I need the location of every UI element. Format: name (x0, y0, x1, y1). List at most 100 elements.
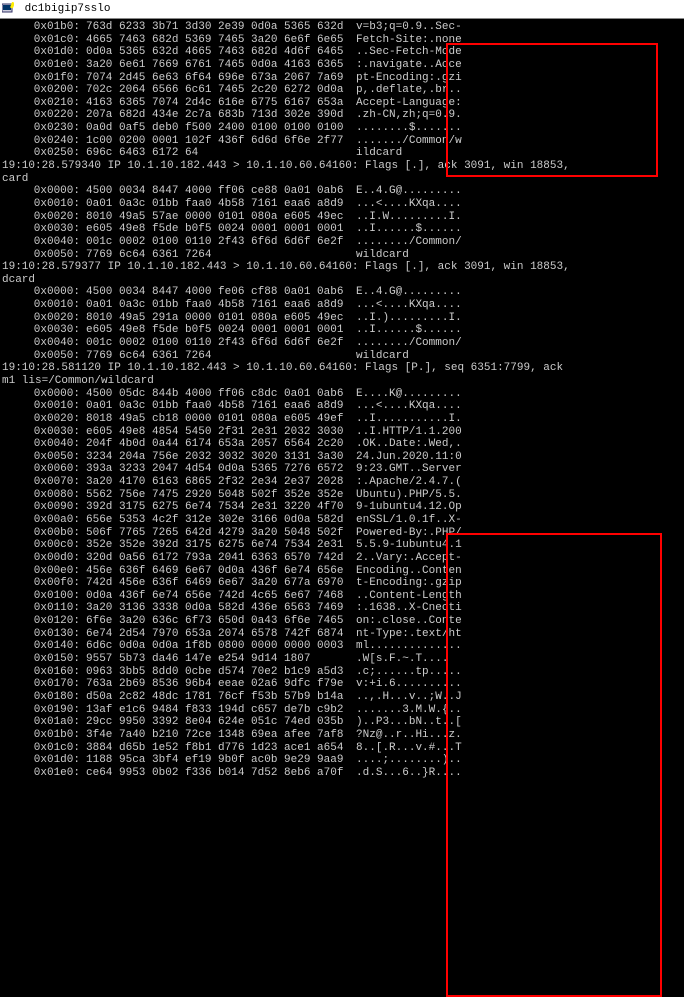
hex-bytes: e605 49e8 4854 5450 2f31 2e31 2032 3030 (86, 426, 356, 439)
hex-offset: 0x0000: (2, 286, 86, 299)
ascii-column: nt-Type:.text/ht (356, 628, 462, 641)
ascii-column: Ubuntu).PHP/5.5. (356, 489, 462, 502)
hex-bytes: 29cc 9950 3392 8e04 624e 051c 74ed 035b (86, 716, 356, 729)
ascii-column: E..4.G@......... (356, 185, 462, 198)
hexdump-row: 0x0000:4500 05dc 844b 4000 ff06 c8dc 0a0… (2, 388, 682, 401)
hex-offset: 0x0050: (2, 350, 86, 363)
hex-offset: 0x0190: (2, 704, 86, 717)
ascii-column: enSSL/1.0.1f..X- (356, 514, 462, 527)
hexdump-row: 0x0070:3a20 4170 6163 6865 2f32 2e34 2e3… (2, 476, 682, 489)
hexdump-row: 0x01d0:1188 95ca 3bf4 ef19 9b0f ac0b 9e2… (2, 754, 682, 767)
ascii-column: Fetch-Site:.none (356, 34, 462, 47)
hexdump-row: 0x00c0:352e 352e 392d 3175 6275 6e74 753… (2, 539, 682, 552)
hex-bytes: 4500 05dc 844b 4000 ff06 c8dc 0a01 0ab6 (86, 388, 356, 401)
hex-bytes: 0d0a 5365 632d 4665 7463 682d 4d6f 6465 (86, 46, 356, 59)
ascii-column: ...<....KXqa.... (356, 299, 462, 312)
hex-bytes: 1c00 0200 0001 102f 436f 6d6d 6f6e 2f77 (86, 135, 356, 148)
hex-bytes: 7769 6c64 6361 7264 (86, 249, 356, 262)
hex-bytes: 5562 756e 7475 2920 5048 502f 352e 352e (86, 489, 356, 502)
hex-bytes: 4500 0034 8447 4000 fe06 cf88 0a01 0ab6 (86, 286, 356, 299)
hex-bytes: 13af e1c6 9484 f833 194d c657 de7b c9b2 (86, 704, 356, 717)
ascii-column: Powered-By:.PHP/ (356, 527, 462, 540)
ascii-column: ......./Common/w (356, 135, 462, 148)
ascii-column: :.1638..X-Cnecti (356, 602, 462, 615)
hex-bytes: 702c 2064 6566 6c61 7465 2c20 6272 0d0a (86, 84, 356, 97)
hex-offset: 0x0210: (2, 97, 86, 110)
hexdump-row: 0x00d0:320d 0a56 6172 793a 2041 6363 657… (2, 552, 682, 565)
hexdump-row: 0x0060:393a 3233 2047 4d54 0d0a 5365 727… (2, 463, 682, 476)
hex-offset: 0x0020: (2, 211, 86, 224)
hexdump-row: 0x0010:0a01 0a3c 01bb faa0 4b58 7161 eaa… (2, 299, 682, 312)
hexdump-row: 0x00f0:742d 456e 636f 6469 6e67 3a20 677… (2, 577, 682, 590)
hexdump-row: 0x0050:7769 6c64 6361 7264 wildcard (2, 249, 682, 262)
hex-offset: 0x00f0: (2, 577, 86, 590)
ascii-column: pt-Encoding:.gzi (356, 72, 462, 85)
terminal-output[interactable]: 0x01b0:763d 6233 3b71 3d30 2e39 0d0a 536… (0, 19, 684, 789)
ascii-column: ......../Common/ (356, 337, 462, 350)
hex-bytes: 0963 3bb5 8dd0 0cbe d574 70e2 b1c9 a5d3 (86, 666, 356, 679)
hex-bytes: 6d6c 0d0a 0d0a 1f8b 0800 0000 0000 0003 (86, 640, 356, 653)
ascii-column: E....K@......... (356, 388, 462, 401)
hex-offset: 0x0150: (2, 653, 86, 666)
hex-bytes: 207a 682d 434e 2c7a 683b 713d 302e 390d (86, 109, 356, 122)
hex-bytes: 8010 49a5 57ae 0000 0101 080a e605 49ec (86, 211, 356, 224)
hexdump-row: 0x0200:702c 2064 6566 6c61 7465 2c20 627… (2, 84, 682, 97)
ascii-column: Encoding..Conten (356, 565, 462, 578)
hex-offset: 0x0170: (2, 678, 86, 691)
putty-icon (2, 2, 14, 14)
hexdump-row: 0x0170:763a 2b69 8536 96b4 eeae 02a6 9df… (2, 678, 682, 691)
hex-offset: 0x01d0: (2, 46, 86, 59)
hex-bytes: 6e74 2d54 7970 653a 2074 6578 742f 6874 (86, 628, 356, 641)
hex-bytes: e605 49e8 f5de b0f5 0024 0001 0001 0001 (86, 223, 356, 236)
hexdump-row: 0x0130:6e74 2d54 7970 653a 2074 6578 742… (2, 628, 682, 641)
packet-summary-line: dcard (2, 274, 682, 287)
hexdump-row: 0x0010:0a01 0a3c 01bb faa0 4b58 7161 eaa… (2, 400, 682, 413)
hex-offset: 0x00c0: (2, 539, 86, 552)
hex-offset: 0x0040: (2, 236, 86, 249)
hex-bytes: 696c 6463 6172 64 (86, 147, 356, 160)
hexdump-row: 0x0000:4500 0034 8447 4000 fe06 cf88 0a0… (2, 286, 682, 299)
hex-bytes: 001c 0002 0100 0110 2f43 6f6d 6d6f 6e2f (86, 236, 356, 249)
hexdump-row: 0x01b0:763d 6233 3b71 3d30 2e39 0d0a 536… (2, 21, 682, 34)
ascii-column: on:.close..Conte (356, 615, 462, 628)
hex-bytes: 3f4e 7a40 b210 72ce 1348 69ea afee 7af8 (86, 729, 356, 742)
ascii-column: Accept-Language: (356, 97, 462, 110)
hex-offset: 0x00b0: (2, 527, 86, 540)
hex-offset: 0x0130: (2, 628, 86, 641)
hex-bytes: 352e 352e 392d 3175 6275 6e74 7534 2e31 (86, 539, 356, 552)
ascii-column: E..4.G@......... (356, 286, 462, 299)
hex-offset: 0x0020: (2, 413, 86, 426)
hex-bytes: 204f 4b0d 0a44 6174 653a 2057 6564 2c20 (86, 438, 356, 451)
ascii-column: t-Encoding:.gzip (356, 577, 462, 590)
hex-bytes: 4665 7463 682d 5369 7465 3a20 6e6f 6e65 (86, 34, 356, 47)
hexdump-row: 0x0160:0963 3bb5 8dd0 0cbe d574 70e2 b1c… (2, 666, 682, 679)
hex-bytes: 0a01 0a3c 01bb faa0 4b58 7161 eaa6 a8d9 (86, 400, 356, 413)
hex-offset: 0x0240: (2, 135, 86, 148)
hex-offset: 0x0040: (2, 438, 86, 451)
hexdump-row: 0x01f0:7074 2d45 6e63 6f64 696e 673a 206… (2, 72, 682, 85)
hex-offset: 0x0030: (2, 223, 86, 236)
hex-offset: 0x0090: (2, 501, 86, 514)
hexdump-row: 0x0100:0d0a 436f 6e74 656e 742d 4c65 6e6… (2, 590, 682, 603)
hex-bytes: 763a 2b69 8536 96b4 eeae 02a6 9dfc f79e (86, 678, 356, 691)
hex-offset: 0x00e0: (2, 565, 86, 578)
hex-bytes: 3a20 4170 6163 6865 2f32 2e34 2e37 2028 (86, 476, 356, 489)
ascii-column: v=b3;q=0.9..Sec- (356, 21, 462, 34)
ascii-column: ...<....KXqa.... (356, 198, 462, 211)
ascii-column: ..I.HTTP/1.1.200 (356, 426, 462, 439)
hex-bytes: 0d0a 436f 6e74 656e 742d 4c65 6e67 7468 (86, 590, 356, 603)
hexdump-row: 0x01c0:3884 d65b 1e52 f8b1 d776 1d23 ace… (2, 742, 682, 755)
packet-summary-line: card (2, 173, 682, 186)
hexdump-row: 0x00e0:456e 636f 6469 6e67 0d0a 436f 6e7… (2, 565, 682, 578)
hexdump-row: 0x0080:5562 756e 7475 2920 5048 502f 352… (2, 489, 682, 502)
ascii-column: ..I......$...... (356, 324, 462, 337)
ascii-column: 8..[.R...v.#...T (356, 742, 462, 755)
hex-offset: 0x0230: (2, 122, 86, 135)
hex-bytes: e605 49e8 f5de b0f5 0024 0001 0001 0001 (86, 324, 356, 337)
ascii-column: ..I......$...... (356, 223, 462, 236)
hex-offset: 0x0080: (2, 489, 86, 502)
hex-offset: 0x0120: (2, 615, 86, 628)
ascii-column: ...<....KXqa.... (356, 400, 462, 413)
hexdump-row: 0x01a0:29cc 9950 3392 8e04 624e 051c 74e… (2, 716, 682, 729)
ascii-column: ?Nz@..r..Hi...z. (356, 729, 462, 742)
